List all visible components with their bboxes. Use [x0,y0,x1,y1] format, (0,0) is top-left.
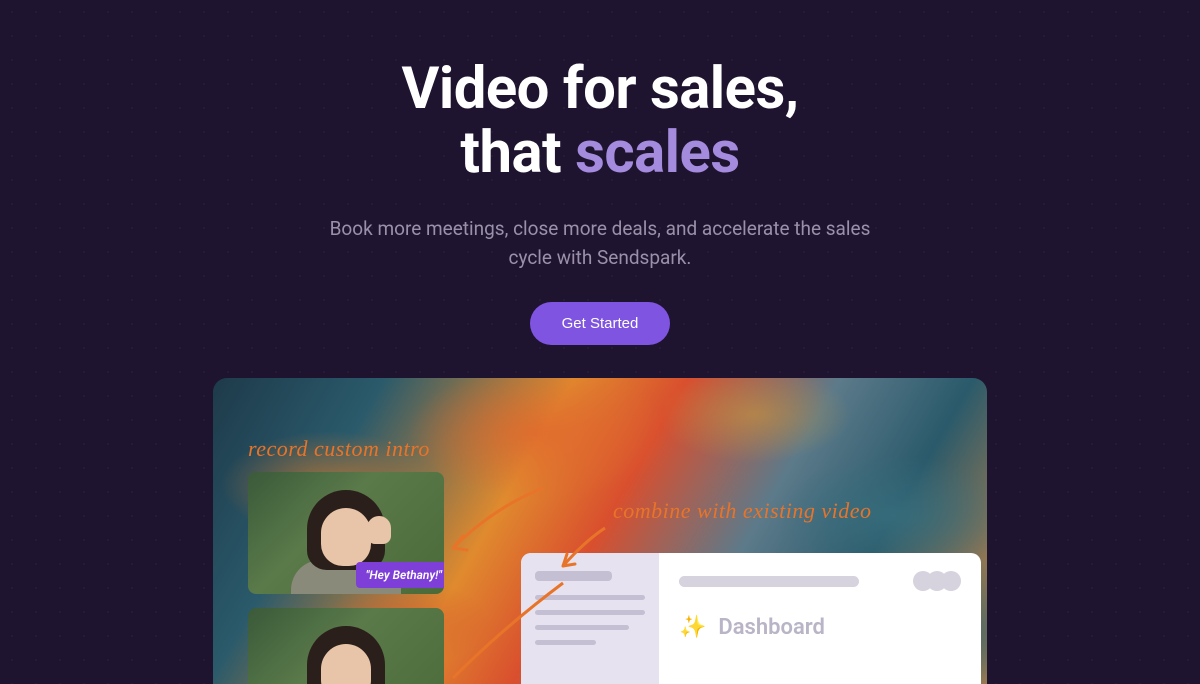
hero-illustration: record custom intro combine with existin… [213,378,987,684]
dashboard-row: ✨ Dashboard [679,615,961,640]
headline: Video for sales, that scales [0,58,1200,186]
get-started-button[interactable]: Get Started [530,302,671,345]
greeting-overlay: "Hey Bethany!" [356,562,444,588]
headline-line1: Video for sales, [401,55,798,123]
browser-mockup: ✨ Dashboard [521,553,981,684]
sidebar-placeholder-line [535,610,645,615]
mockup-avatar-dots [919,571,961,591]
sidebar-placeholder-line [535,625,629,630]
mockup-title-placeholder [679,576,859,587]
sidebar-placeholder-line [535,595,645,600]
subheadline: Book more meetings, close more deals, an… [310,214,890,273]
mockup-main-panel: ✨ Dashboard [659,553,981,684]
annotation-combine-video: combine with existing video [613,498,872,524]
sidebar-placeholder-line [535,571,612,581]
sparkles-icon: ✨ [679,615,706,640]
hero-section: Video for sales, that scales Book more m… [0,0,1200,345]
dashboard-label: Dashboard [718,615,824,640]
annotation-record-intro: record custom intro [248,436,430,462]
sidebar-placeholder-line [535,640,596,645]
mockup-sidebar [521,553,659,684]
headline-line2-prefix: that [460,119,575,187]
intro-video-thumbnail-1: "Hey Bethany!" [248,472,444,594]
intro-video-thumbnail-2 [248,608,444,684]
person-avatar [291,620,401,684]
headline-accent-word: scales [575,119,740,187]
